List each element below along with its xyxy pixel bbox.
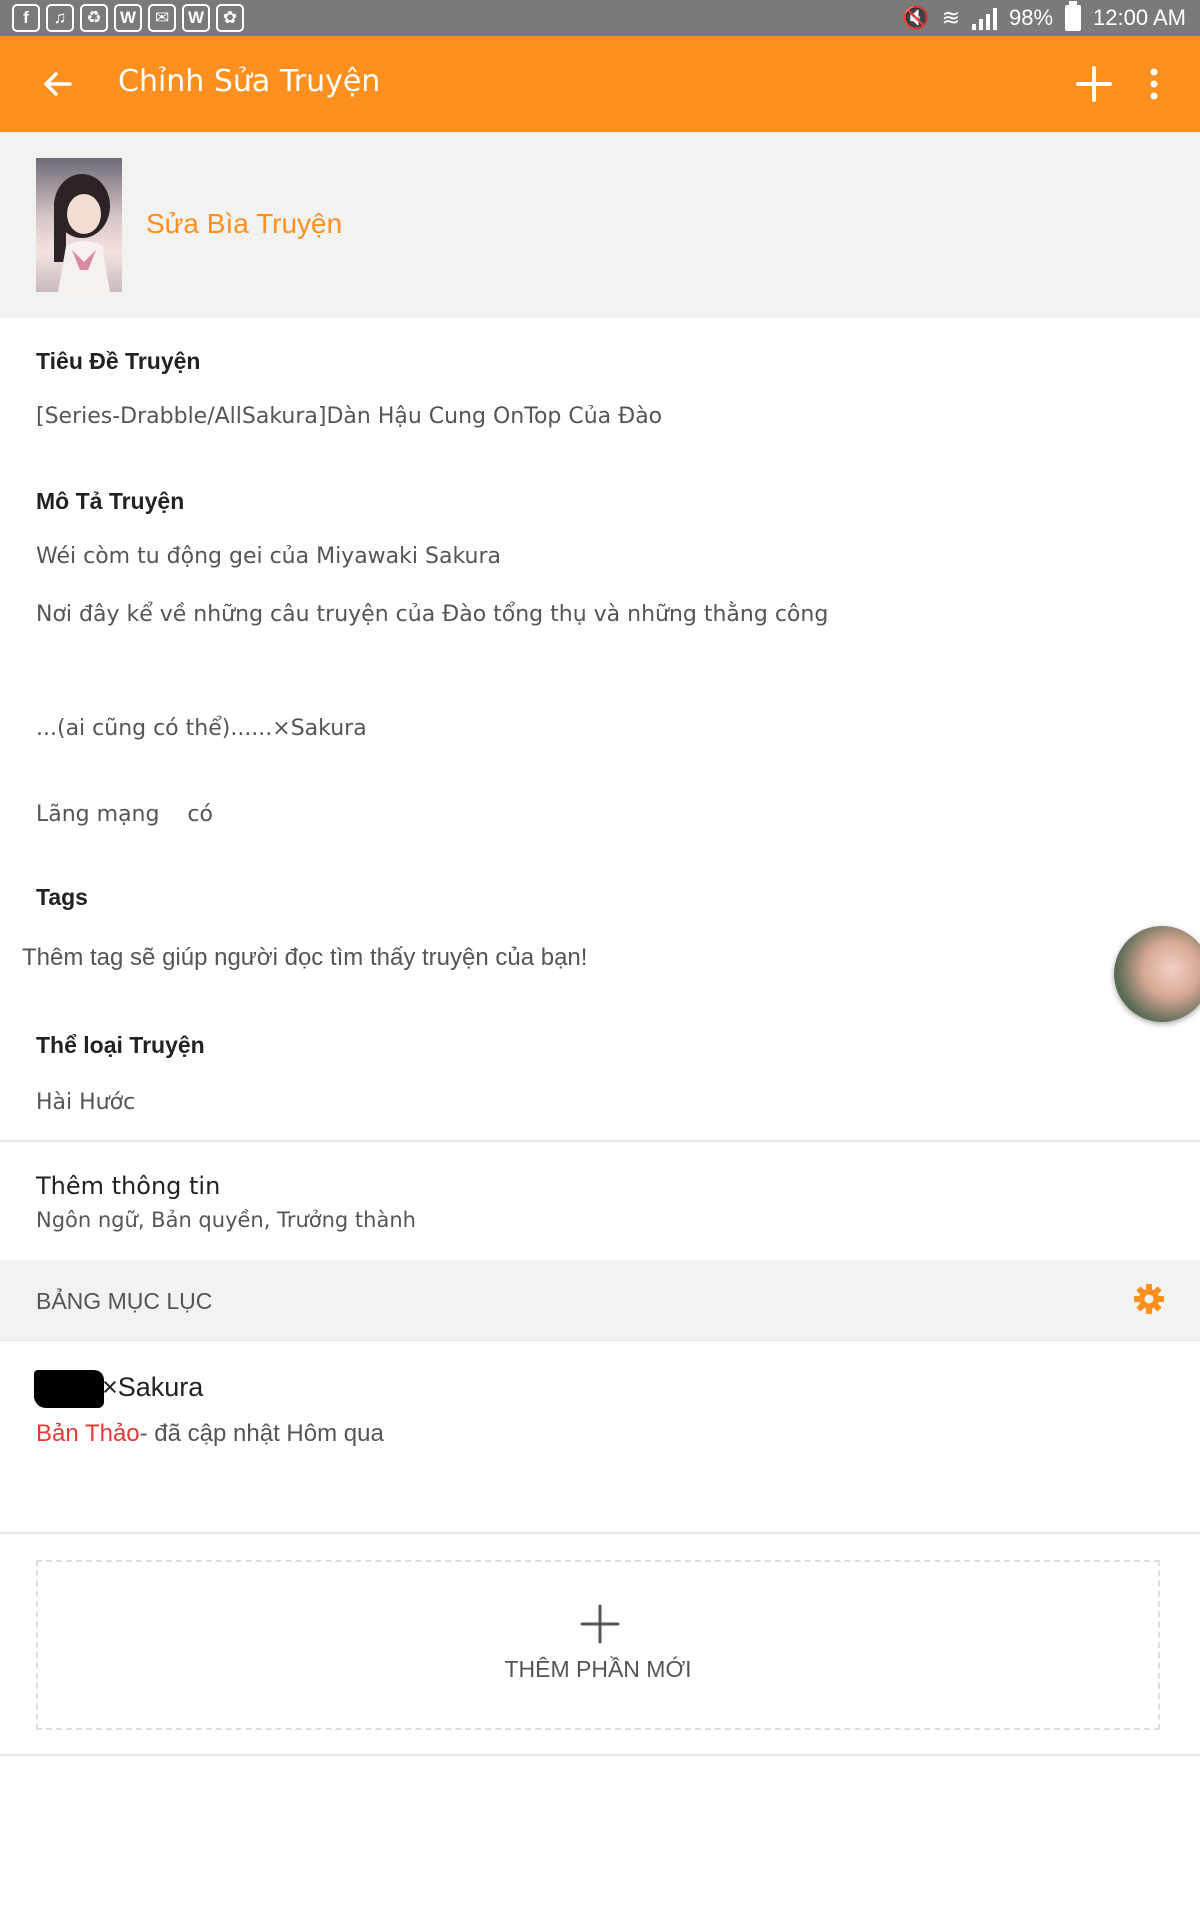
tags-input[interactable]: Thêm tag sẽ giúp người đọc tìm thấy truy…	[22, 944, 587, 972]
plus-icon	[580, 1604, 620, 1644]
redacted-title-block	[34, 1370, 104, 1408]
game-icon: ✿	[216, 4, 244, 32]
divider	[0, 1140, 1200, 1142]
cover-thumbnail[interactable]	[36, 158, 122, 292]
battery-percent: 98%	[1009, 5, 1054, 30]
back-arrow-icon[interactable]	[36, 62, 80, 106]
more-info-title: Thêm thông tin	[36, 1172, 221, 1200]
divider	[0, 1754, 1200, 1756]
description-line: Nơi đây kể về những câu truyện của Đào t…	[36, 602, 829, 627]
description-label: Mô Tả Truyện	[36, 488, 185, 514]
notification-icons: f ♫ ♻ W ✉ W ✿	[12, 4, 244, 32]
description-line: Lãng mạng có	[36, 802, 213, 827]
part-list-item[interactable]: ×Sakura Bản Thảo- đã cập nhật Hôm qua	[0, 1340, 1200, 1532]
toc-header: BẢNG MỤC LỤC	[0, 1260, 1200, 1340]
wifi-icon: ≋	[941, 5, 960, 30]
toc-title: BẢNG MỤC LỤC	[36, 1288, 213, 1314]
page-title: Chỉnh Sửa Truyện	[118, 64, 381, 99]
add-new-part-label: THÊM PHẦN MỚI	[504, 1656, 692, 1682]
wattpad-icon: W	[114, 4, 142, 32]
divider	[0, 1532, 1200, 1534]
category-field[interactable]: Hài Hước	[36, 1090, 135, 1115]
more-info-subtitle: Ngôn ngữ, Bản quyền, Trưởng thành	[36, 1208, 416, 1232]
add-icon[interactable]	[1070, 60, 1118, 108]
title-field[interactable]: [Series-Drabble/AllSakura]Dàn Hậu Cung O…	[36, 404, 662, 429]
cover-section: Sửa Bìa Truyện	[0, 132, 1200, 318]
part-updated: - đã cập nhật Hôm qua	[139, 1420, 384, 1447]
draft-badge: Bản Thảo	[36, 1420, 140, 1447]
facebook-icon: f	[12, 4, 40, 32]
recycle-icon: ♻	[80, 4, 108, 32]
gear-icon[interactable]	[1132, 1282, 1166, 1316]
add-new-part-button[interactable]: THÊM PHẦN MỚI	[36, 1560, 1160, 1730]
messenger-icon: ✉	[148, 4, 176, 32]
part-title: ×Sakura	[102, 1372, 204, 1402]
description-line: ...(ai cũng có thể)......×Sakura	[36, 716, 367, 741]
tags-label: Tags	[36, 884, 88, 910]
description-line: Wéi còm tu động gei của Miyawaki Sakura	[36, 544, 501, 569]
floating-avatar-bubble[interactable]	[1114, 926, 1200, 1022]
app-toolbar: Chỉnh Sửa Truyện	[0, 36, 1200, 132]
wattpad-icon: W	[182, 4, 210, 32]
part-status: Bản Thảo- đã cập nhật Hôm qua	[36, 1420, 384, 1448]
mute-icon: 🔇	[902, 5, 930, 30]
battery-icon	[1065, 1, 1082, 31]
signal-icon	[972, 6, 997, 30]
title-label: Tiêu Đề Truyện	[36, 348, 201, 374]
edit-cover-link[interactable]: Sửa Bìa Truyện	[146, 208, 342, 240]
category-label: Thể loại Truyện	[36, 1032, 205, 1058]
phone-icon: ♫	[46, 4, 74, 32]
status-bar: f ♫ ♻ W ✉ W ✿ 🔇 ≋ 98% 12:00 AM	[0, 0, 1200, 36]
more-vert-icon[interactable]	[1140, 60, 1168, 108]
clock: 12:00 AM	[1093, 5, 1186, 30]
